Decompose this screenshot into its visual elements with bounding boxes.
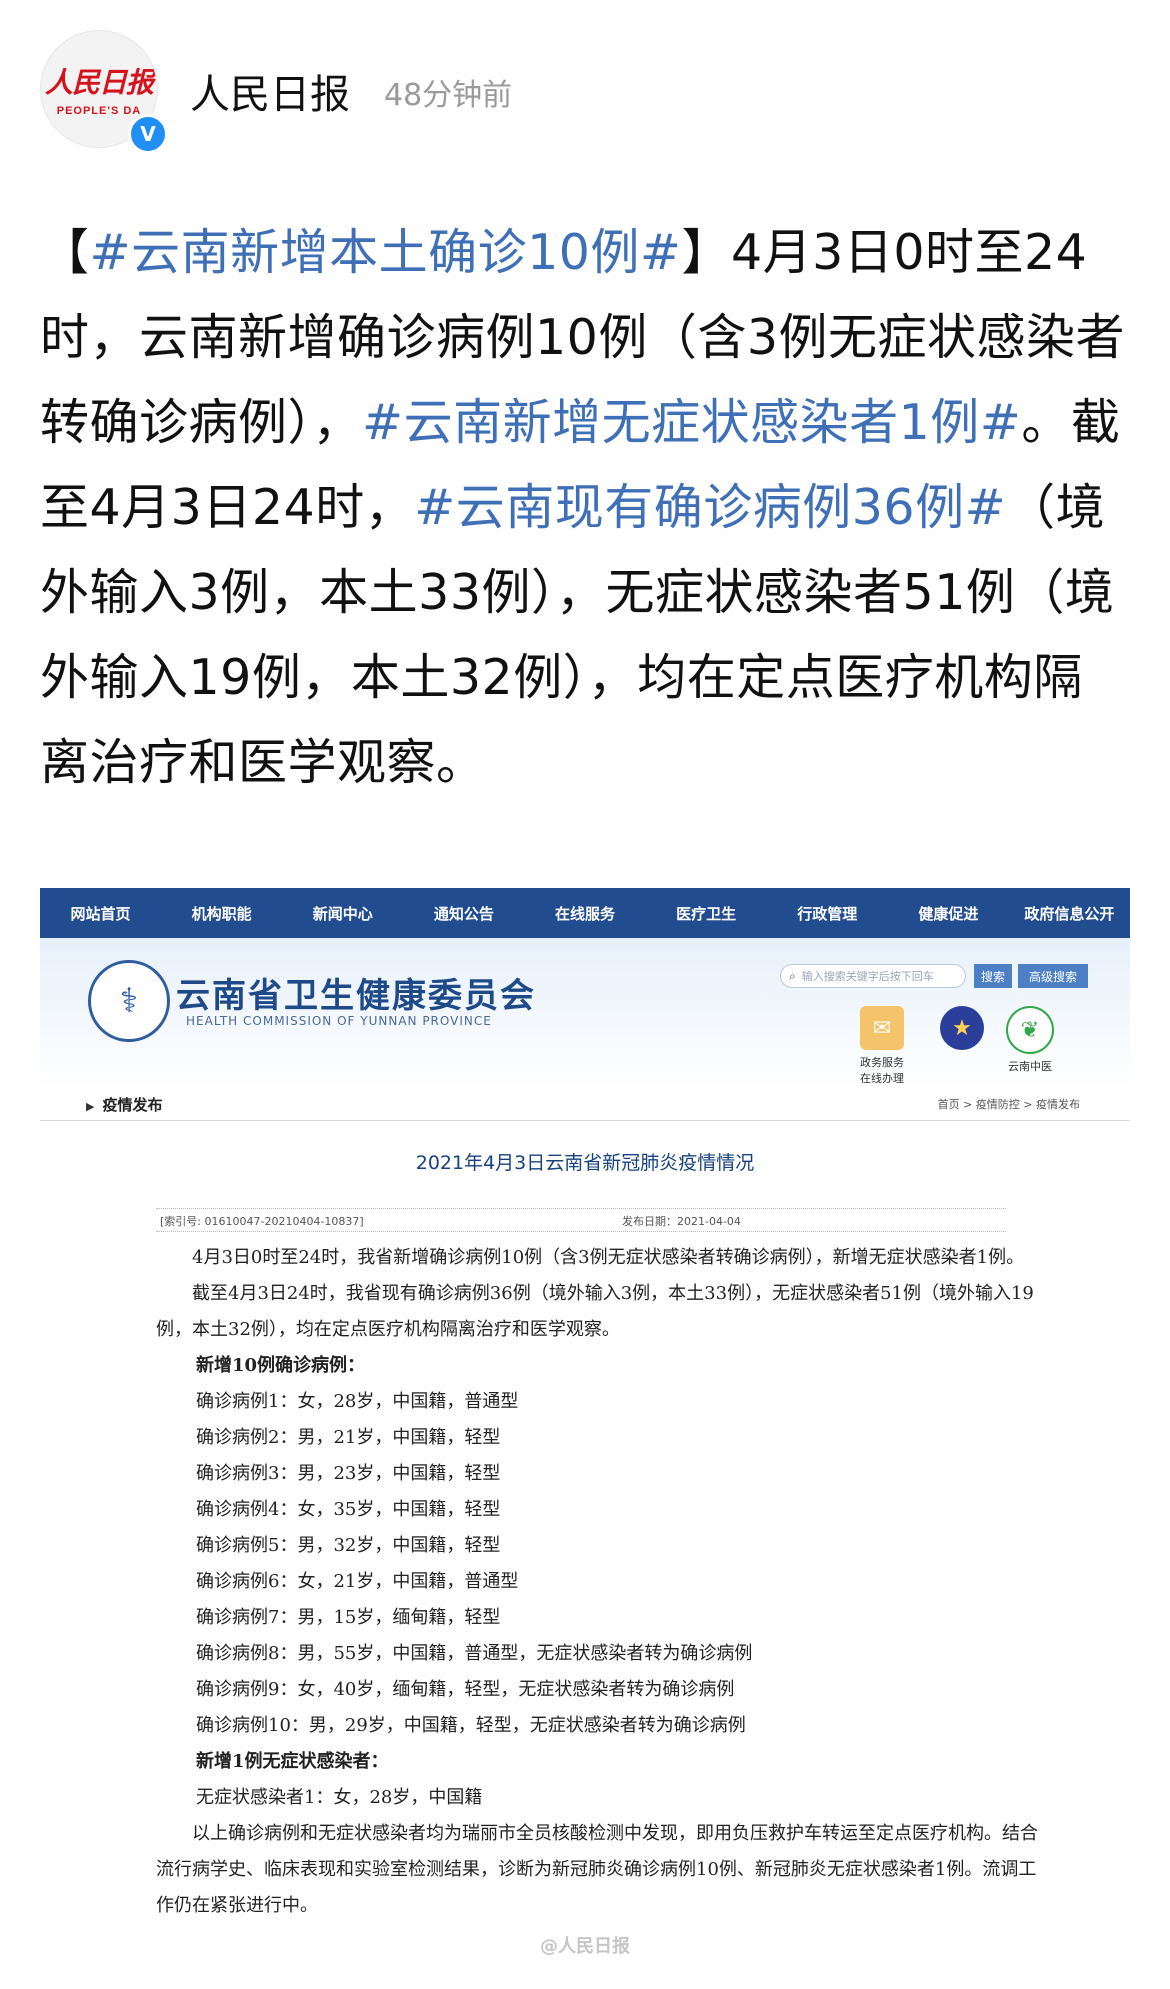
case-line: 无症状感染者1：女，28岁，中国籍: [196, 1787, 483, 1808]
service-icon: ✉: [860, 1006, 904, 1050]
breadcrumb: 首页 > 疫情防控 > 疫情发布: [937, 1098, 1080, 1111]
case-line: 确诊病例1：女，28岁，中国籍，普通型: [196, 1391, 519, 1412]
site-nav: 网站首页 机构职能 新闻中心 通知公告 在线服务 医疗卫生 行政管理 健康促进 …: [40, 888, 1130, 938]
document-title: 2021年4月3日云南省新冠肺炎疫情情况: [415, 1152, 755, 1174]
breadcrumb-bar: ▶ 疫情发布 首页 > 疫情防控 > 疫情发布: [40, 1086, 1130, 1121]
gov-service-link: ✉ 政务服务 在线办理: [860, 1006, 904, 1086]
hashtag-link[interactable]: #云南新增无症状感染者1例#: [362, 394, 1021, 451]
case-line: 确诊病例9：女，40岁，缅甸籍，轻型，无症状感染者转为确诊病例: [196, 1679, 735, 1700]
account-name[interactable]: 人民日报: [190, 62, 350, 120]
index-number: [索引号: 01610047-20210404-10837]: [160, 1215, 364, 1228]
attached-image[interactable]: 网站首页 机构职能 新闻中心 通知公告 在线服务 医疗卫生 行政管理 健康促进 …: [40, 888, 1130, 1978]
case-line: 确诊病例10：男，29岁，中国籍，轻型，无症状感染者转为确诊病例: [196, 1715, 746, 1736]
org-name: 云南省卫生健康委员会: [176, 976, 536, 1016]
paragraph: 以上确诊病例和无症状感染者均为瑞丽市全员核酸检测中发现，即用负压救护车转运至定点…: [156, 1823, 1038, 1916]
site-search-input: ⌕ 输入搜索关键字后按下回车: [780, 964, 966, 988]
service-label: 在线办理: [860, 1072, 904, 1085]
post-body: 【#云南新增本土确诊10例#】4月3日0时至24时，云南新增确诊病例10例（含3…: [40, 210, 1130, 805]
health-emblem-icon: ⚕: [88, 960, 170, 1042]
subheading: 新增10例确诊病例：: [196, 1355, 366, 1376]
logo-text: 人民日报: [44, 66, 154, 99]
nav-item: 新闻中心: [312, 904, 373, 923]
nav-item: 通知公告: [433, 904, 494, 923]
nav-item: 网站首页: [70, 904, 131, 923]
section-label: 疫情发布: [102, 1096, 163, 1114]
search-placeholder: 输入搜索关键字后按下回车: [801, 970, 934, 983]
paragraph: 截至4月3日24时，我省现有确诊病例36例（境外输入3例，本土33例），无症状感…: [156, 1283, 1034, 1340]
logo-subtext: PEOPLE'S DA: [56, 105, 142, 117]
nav-item: 在线服务: [554, 904, 615, 923]
tcm-link: ❦ 云南中医: [1006, 1006, 1054, 1074]
advanced-search-button: 高级搜索: [1018, 964, 1088, 988]
tcm-label: 云南中医: [1008, 1060, 1052, 1073]
case-line: 确诊病例2：男，21岁，中国籍，轻型: [196, 1427, 501, 1448]
subheading: 新增1例无症状感染者：: [196, 1751, 389, 1772]
site-banner: ⚕ 云南省卫生健康委员会 HEALTH COMMISSION OF YUNNAN…: [40, 938, 1130, 1088]
post-header: 人民日报 PEOPLE'S DA V 人民日报 48分钟前: [0, 0, 1170, 170]
post-time: 48分钟前: [384, 78, 513, 113]
org-name-en: HEALTH COMMISSION OF YUNNAN PROVINCE: [186, 1014, 492, 1028]
case-line: 确诊病例6：女，21岁，中国籍，普通型: [196, 1571, 519, 1592]
text-bracket: 【: [40, 224, 90, 281]
verified-badge-icon: V: [128, 114, 168, 154]
case-line: 确诊病例8：男，55岁，中国籍，普通型，无症状感染者转为确诊病例: [196, 1643, 753, 1664]
party-emblem-icon: ★: [940, 1006, 984, 1050]
case-line: 确诊病例3：男，23岁，中国籍，轻型: [196, 1463, 501, 1484]
party-emblem-link: ★: [940, 1006, 984, 1054]
document-body: 4月3日0时至24时，我省新增确诊病例10例（含3例无症状感染者转确诊病例），新…: [156, 1240, 1046, 1924]
publish-date: 发布日期：2021-04-04: [622, 1215, 741, 1228]
paragraph: 4月3日0时至24时，我省新增确诊病例10例（含3例无症状感染者转确诊病例），新…: [192, 1247, 1025, 1268]
watermark: @人民日报: [540, 1936, 630, 1957]
tcm-logo-icon: ❦: [1006, 1006, 1054, 1054]
hashtag-link[interactable]: #云南现有确诊病例36例#: [414, 479, 1006, 536]
case-line: 确诊病例4：女，35岁，中国籍，轻型: [196, 1499, 501, 1520]
case-line: 确诊病例7：男，15岁，缅甸籍，轻型: [196, 1607, 501, 1628]
search-icon: ⌕: [789, 968, 796, 983]
document-meta: [索引号: 01610047-20210404-10837] 发布日期：2021…: [156, 1208, 1006, 1232]
site-search-button: 搜索: [974, 964, 1012, 988]
nav-item: 机构职能: [191, 904, 252, 923]
case-line: 确诊病例5：男，32岁，中国籍，轻型: [196, 1535, 501, 1556]
service-label: 政务服务: [860, 1056, 904, 1069]
triangle-right-icon: ▶: [86, 1100, 95, 1113]
section-title: ▶ 疫情发布: [86, 1094, 162, 1115]
nav-item: 医疗卫生: [676, 904, 737, 923]
nav-item: 政府信息公开: [1024, 904, 1115, 923]
nav-item: 健康促进: [918, 904, 979, 923]
nav-item: 行政管理: [797, 904, 858, 923]
hashtag-link[interactable]: #云南新增本土确诊10例#: [90, 224, 682, 281]
